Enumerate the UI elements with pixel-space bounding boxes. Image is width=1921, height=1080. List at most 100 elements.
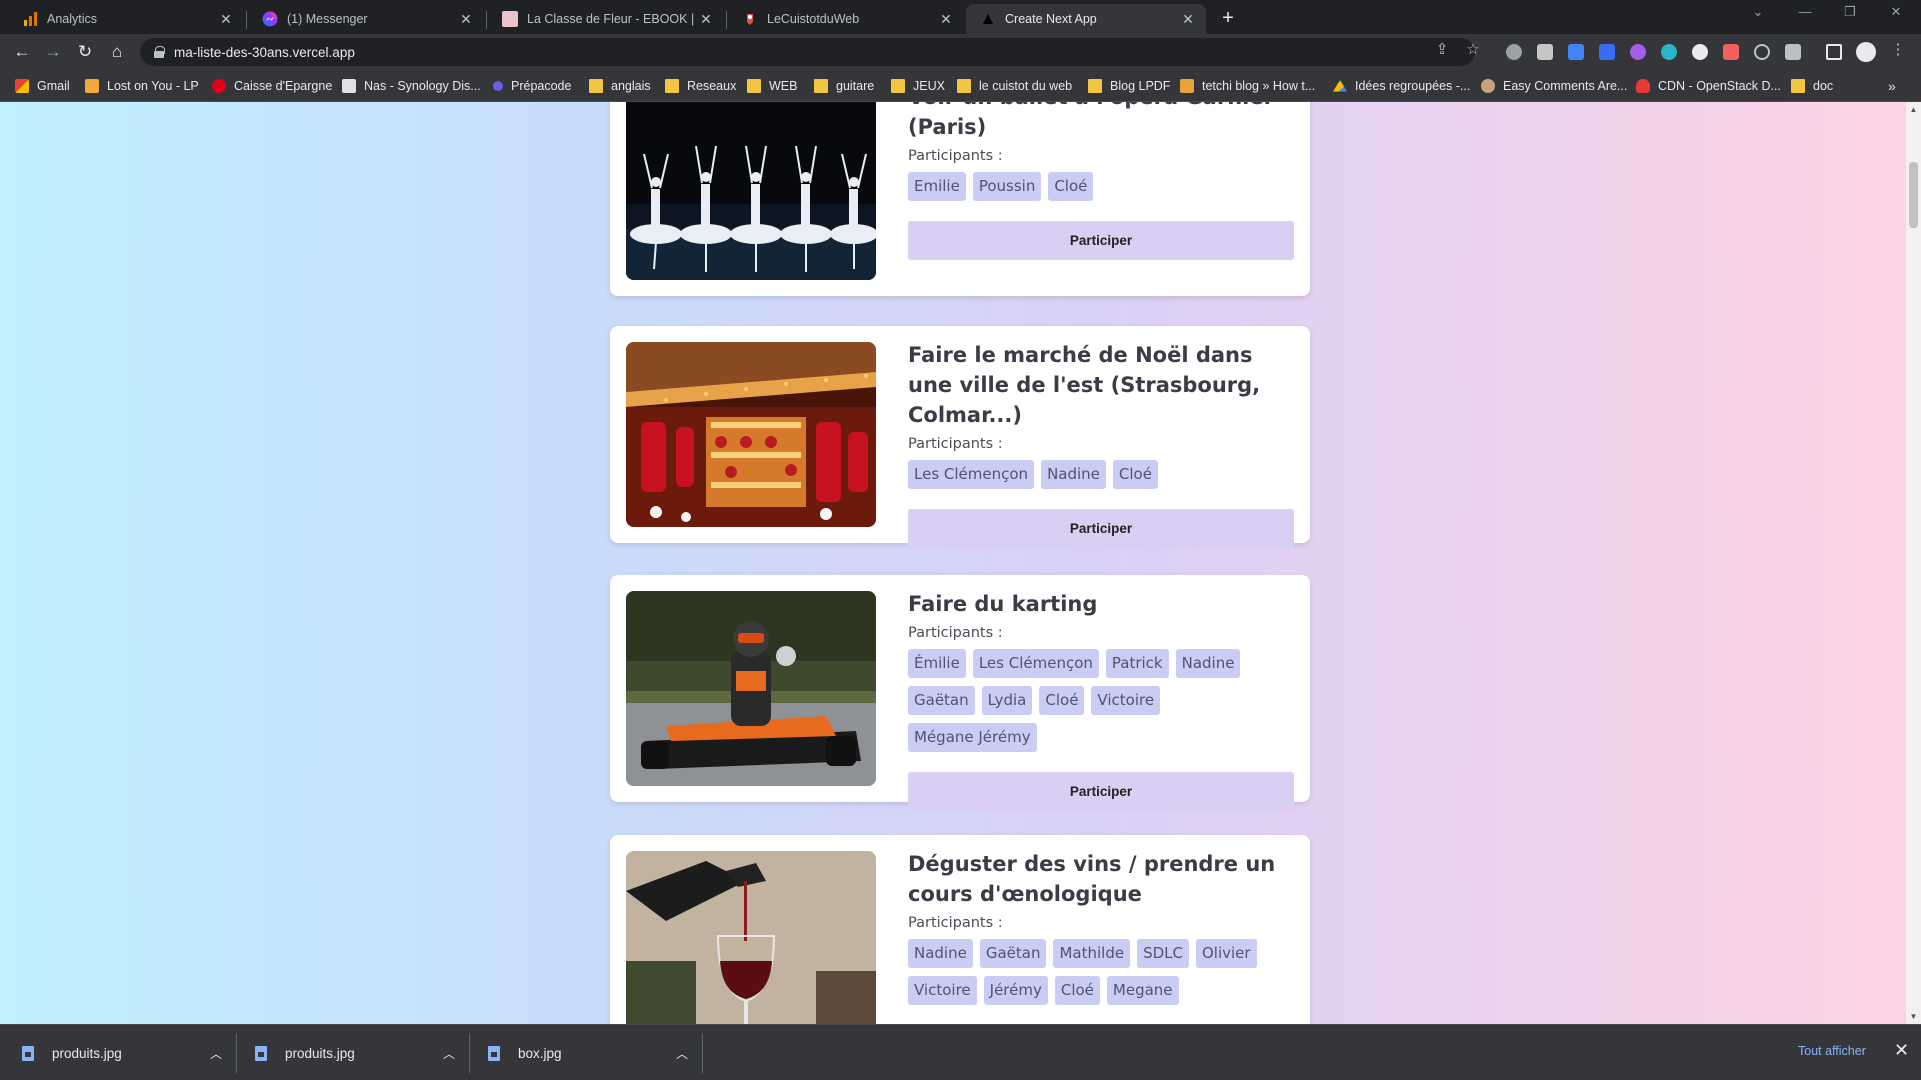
side-panel-icon[interactable]	[1826, 44, 1842, 60]
file-icon	[488, 1045, 500, 1061]
participants-label: Participants :	[908, 436, 1003, 452]
bookmark-gmail[interactable]: Gmail	[15, 76, 70, 96]
forward-icon[interactable]: →	[41, 40, 65, 64]
participant-chip: Gaëtan	[979, 939, 1047, 968]
download-item[interactable]: box.jpg ︿	[488, 1025, 688, 1080]
participant-chip: Cloé	[1054, 976, 1100, 1005]
share-icon[interactable]: ⇪	[1432, 40, 1452, 58]
bitwarden-extension-icon[interactable]	[1599, 44, 1615, 60]
address-bar[interactable]: ma-liste-des-30ans.vercel.app	[140, 38, 1475, 66]
new-tab-button[interactable]: +	[1215, 6, 1241, 32]
bookmark-tetchi[interactable]: tetchi blog » How t...	[1180, 76, 1315, 96]
avatar-icon	[1481, 79, 1495, 93]
colorpick-extension-icon[interactable]	[1630, 44, 1646, 60]
tab-title: Analytics	[47, 12, 98, 26]
bookmark-folder-anglais[interactable]: anglais	[589, 76, 651, 96]
bookmark-folder-web[interactable]: WEB	[747, 76, 797, 96]
download-item[interactable]: produits.jpg ︿	[255, 1025, 455, 1080]
participer-button[interactable]: Participer	[908, 221, 1294, 260]
participants-label: Participants :	[908, 915, 1003, 931]
bookmark-folder-reseaux[interactable]: Reseaux	[665, 76, 736, 96]
extensions-puzzle-icon[interactable]	[1785, 44, 1801, 60]
participant-chip: Olivier	[1195, 939, 1257, 968]
participant-chip: Lydia	[981, 686, 1033, 715]
participant-chip: Patrick	[1105, 649, 1169, 678]
tab-lecuistotduweb[interactable]: LeCuistotduWeb ✕	[728, 4, 964, 34]
bookmark-synology[interactable]: Nas - Synology Dis...	[342, 76, 481, 96]
participant-chip: Megane	[1106, 976, 1179, 1005]
bookmark-prepacode[interactable]: Prépacode	[493, 76, 571, 96]
participants-label: Participants :	[908, 148, 1003, 164]
nextjs-icon	[980, 11, 996, 27]
tab-messenger[interactable]: (1) Messenger ✕	[248, 4, 484, 34]
scroll-up-icon[interactable]: ▲	[1906, 102, 1921, 117]
chevron-up-icon[interactable]: ︿	[676, 1045, 688, 1062]
show-all-downloads-link[interactable]: Tout afficher	[1798, 1044, 1866, 1058]
chevron-up-icon[interactable]: ︿	[443, 1045, 455, 1062]
close-tab-icon[interactable]: ✕	[458, 11, 474, 28]
bookmark-easy-comments[interactable]: Easy Comments Are...	[1481, 76, 1627, 96]
tab-la-classe-de-fleur[interactable]: La Classe de Fleur - EBOOK | Gui ✕	[488, 4, 724, 34]
tab-title: LeCuistotduWeb	[767, 12, 860, 26]
tab-search-icon[interactable]: ⌄	[1738, 4, 1778, 20]
close-download-bar-icon[interactable]: ✕	[1894, 1040, 1909, 1061]
close-tab-icon[interactable]: ✕	[218, 11, 234, 28]
bookmark-folder-cuistot[interactable]: le cuistot du web	[957, 76, 1072, 96]
minimize-icon[interactable]: —	[1785, 4, 1825, 19]
close-tab-icon[interactable]: ✕	[1180, 11, 1196, 28]
dark-mode-extension-icon[interactable]	[1692, 44, 1708, 60]
target-extension-icon[interactable]	[1754, 44, 1770, 60]
bookmark-star-icon[interactable]: ☆	[1463, 40, 1483, 58]
participant-chip: Mégane Jérémy	[908, 723, 1037, 752]
bookmark-idees-regroupees[interactable]: Idées regroupées -...	[1333, 76, 1470, 96]
participant-chip: Cloé	[1112, 460, 1158, 489]
participant-chip: Victoire	[908, 976, 977, 1005]
participant-chip: Poussin	[972, 172, 1042, 201]
tab-strip: Analytics ✕ (1) Messenger ✕ La Classe de…	[0, 0, 1921, 34]
bookmark-label: Lost on You - LP	[107, 79, 199, 93]
participants-list: Émilie Les Clémençon Patrick Nadine Gaët…	[908, 649, 1294, 752]
activity-card: Déguster des vins / prendre un cours d'œ…	[610, 835, 1310, 1024]
bookmark-folder-blog-lpdf[interactable]: Blog LPDF	[1088, 76, 1170, 96]
react-devtools-icon[interactable]	[1661, 44, 1677, 60]
bookmark-folder-doc[interactable]: doc	[1791, 76, 1833, 96]
cloud-icon	[1636, 79, 1650, 93]
download-item[interactable]: produits.jpg ︿	[22, 1025, 222, 1080]
translate-extension-icon[interactable]	[1568, 44, 1584, 60]
close-window-icon[interactable]: ✕	[1876, 4, 1916, 20]
home-icon[interactable]: ⌂	[105, 40, 129, 64]
participer-button[interactable]: Participer	[908, 509, 1294, 548]
folder-icon	[665, 79, 679, 93]
tab-create-next-app[interactable]: Create Next App ✕	[966, 4, 1206, 34]
page-scrollbar[interactable]: ▲ ▼	[1906, 102, 1921, 1024]
bookmark-folder-guitare[interactable]: guitare	[814, 76, 874, 96]
restore-icon[interactable]: ❐	[1830, 4, 1870, 20]
menu-kebab-icon[interactable]: ⋮	[1888, 40, 1908, 58]
bookmark-label: WEB	[769, 79, 798, 93]
chevron-up-icon[interactable]: ︿	[210, 1045, 222, 1062]
download-filename: produits.jpg	[285, 1045, 355, 1061]
bookmarks-overflow-icon[interactable]: »	[1888, 78, 1896, 94]
reload-icon[interactable]: ↻	[73, 40, 97, 64]
camera-extension-icon[interactable]	[1537, 44, 1553, 60]
scrollbar-thumb[interactable]	[1909, 162, 1918, 228]
record-extension-icon[interactable]	[1723, 44, 1739, 60]
bookmark-folder-jeux[interactable]: JEUX	[891, 76, 945, 96]
close-tab-icon[interactable]: ✕	[698, 11, 714, 28]
bookmark-cdn-openstack[interactable]: CDN - OpenStack D...	[1636, 76, 1781, 96]
close-tab-icon[interactable]: ✕	[938, 11, 954, 28]
scroll-down-icon[interactable]: ▼	[1906, 1009, 1921, 1024]
settings-extension-icon[interactable]	[1506, 44, 1522, 60]
activity-card: Voir un ballet à l'opéra Garnier (Paris)…	[610, 102, 1310, 296]
cuistot-icon	[742, 11, 758, 27]
bookmark-caisse-epargne[interactable]: Caisse d'Epargne	[212, 76, 332, 96]
activity-card: Faire du karting Participants : Émilie L…	[610, 575, 1310, 811]
profile-avatar[interactable]	[1856, 42, 1876, 62]
participant-chip: Cloé	[1039, 686, 1085, 715]
tetchi-icon	[1180, 79, 1194, 93]
participer-button[interactable]: Participer	[908, 772, 1294, 811]
bookmark-lost-on-you[interactable]: Lost on You - LP	[85, 76, 199, 96]
back-icon[interactable]: ←	[10, 40, 34, 64]
bookmark-label: Prépacode	[511, 79, 572, 93]
tab-analytics[interactable]: Analytics ✕	[8, 4, 244, 34]
